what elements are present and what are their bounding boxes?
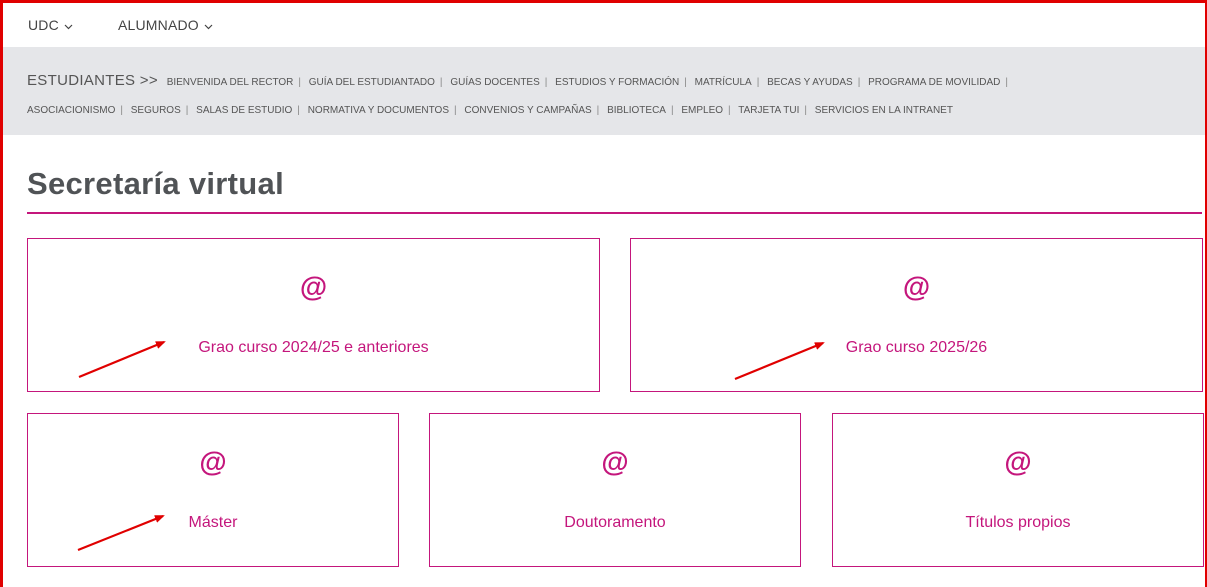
- card-label[interactable]: Máster: [28, 514, 398, 532]
- at-icon: @: [299, 271, 328, 302]
- page-title: Secretaría virtual: [27, 166, 284, 201]
- chevron-down-icon: [64, 17, 73, 33]
- at-icon: @: [902, 271, 931, 302]
- subnav-link-guias-docentes[interactable]: GUÍAS DOCENTES: [450, 77, 539, 88]
- subnav-link-movilidad[interactable]: PROGRAMA DE MOVILIDAD: [868, 77, 1000, 88]
- subnav-link-seguros[interactable]: SEGUROS: [131, 105, 181, 116]
- subnav-link-asociacionismo[interactable]: ASOCIACIONISMO: [27, 105, 115, 116]
- chevron-down-icon: [204, 17, 213, 33]
- at-icon: @: [199, 446, 227, 477]
- at-icon: @: [601, 446, 629, 477]
- alumnado-menu[interactable]: ALUMNADO: [118, 17, 213, 33]
- subnav-link-estudios[interactable]: ESTUDIOS Y FORMACIÓN: [555, 77, 679, 88]
- card-grao-2025-26[interactable]: @ Grao curso 2025/26: [630, 238, 1203, 392]
- card-grao-2024-25[interactable]: @ Grao curso 2024/25 e anteriores: [27, 238, 600, 392]
- top-navigation: UDC ALUMNADO: [3, 3, 1205, 47]
- subnav-link-salas-estudio[interactable]: SALAS DE ESTUDIO: [196, 105, 292, 116]
- card-label[interactable]: Doutoramento: [430, 514, 800, 532]
- card-label[interactable]: Grao curso 2025/26: [631, 339, 1202, 357]
- subnav-heading: ESTUDIANTES >>: [27, 72, 158, 89]
- subnav-link-convenios[interactable]: CONVENIOS Y CAMPAÑAS: [464, 105, 591, 116]
- card-label[interactable]: Títulos propios: [833, 514, 1203, 532]
- subnav-link-bienvenida[interactable]: BIENVENIDA DEL RECTOR: [167, 77, 294, 88]
- card-doutoramento[interactable]: @ Doutoramento: [429, 413, 801, 567]
- subnav-link-servicios-intranet[interactable]: SERVICIOS EN LA INTRANET: [815, 105, 953, 116]
- title-divider: [27, 212, 1202, 214]
- udc-menu-label: UDC: [28, 17, 59, 33]
- subnav-link-empleo[interactable]: EMPLEO: [681, 105, 723, 116]
- subnav-link-normativa[interactable]: NORMATIVA Y DOCUMENTOS: [308, 105, 449, 116]
- subnav-link-tarjeta-tui[interactable]: TARJETA TUI: [738, 105, 799, 116]
- udc-menu[interactable]: UDC: [28, 17, 73, 33]
- subnav-link-biblioteca[interactable]: BIBLIOTECA: [607, 105, 666, 116]
- card-titulos-propios[interactable]: @ Títulos propios: [832, 413, 1204, 567]
- card-master[interactable]: @ Máster: [27, 413, 399, 567]
- subnav-link-guia-estudiantado[interactable]: GUÍA DEL ESTUDIANTADO: [309, 77, 435, 88]
- students-subnav: ESTUDIANTES >> BIENVENIDA DEL RECTOR | GU…: [3, 47, 1205, 135]
- subnav-link-matricula[interactable]: MATRÍCULA: [695, 77, 752, 88]
- alumnado-menu-label: ALUMNADO: [117, 17, 199, 33]
- card-label[interactable]: Grao curso 2024/25 e anteriores: [28, 339, 599, 357]
- at-icon: @: [1004, 446, 1032, 477]
- subnav-link-becas[interactable]: BECAS Y AYUDAS: [767, 77, 853, 88]
